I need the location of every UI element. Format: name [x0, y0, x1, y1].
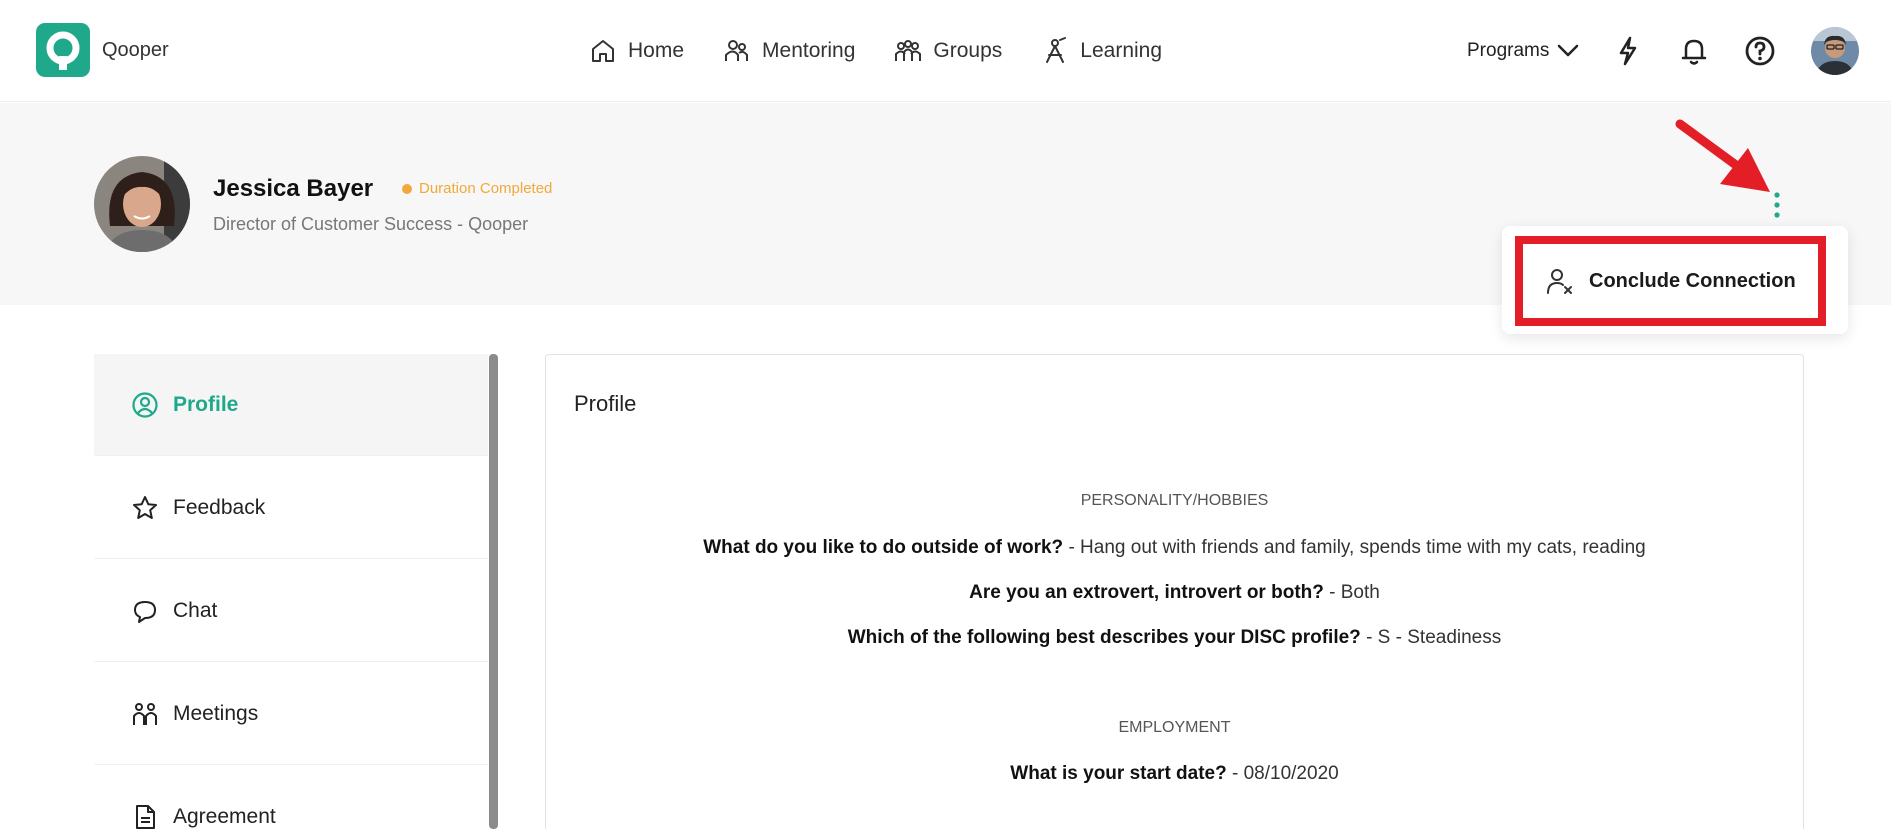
learning-icon: [1046, 37, 1067, 63]
sidebar-item-label: Chat: [173, 598, 218, 622]
nav-mentoring-label: Mentoring: [762, 39, 856, 62]
qa-question: What do you like to do outside of work?: [703, 537, 1064, 558]
status-badge: Duration Completed: [402, 180, 552, 197]
personality-section: PERSONALITY/HOBBIES: [545, 492, 1804, 510]
star-icon: [133, 495, 157, 519]
chevron-down-icon: [1558, 44, 1579, 57]
profile-icon: [132, 391, 158, 418]
status-label: Duration Completed: [419, 180, 553, 197]
nav-learning-label: Learning: [1080, 39, 1163, 62]
nav-mentoring[interactable]: Mentoring: [722, 0, 855, 102]
mentor-avatar: [94, 156, 190, 252]
sidebar-item-feedback[interactable]: Feedback: [94, 457, 488, 559]
nav-groups-label: Groups: [933, 39, 1003, 62]
qa-answer: - S - Steadiness: [1360, 627, 1502, 648]
sidebar-scrollbar[interactable]: [489, 354, 498, 829]
conclude-connection-label: Conclude Connection: [1589, 269, 1796, 292]
sidebar-item-profile[interactable]: Profile: [94, 354, 488, 456]
lightning-icon[interactable]: [1610, 33, 1646, 69]
nav-learning[interactable]: Learning: [1040, 0, 1162, 102]
bell-icon[interactable]: [1676, 33, 1712, 69]
nav-groups[interactable]: Groups: [893, 0, 1002, 102]
connection-sidebar: Profile Feedback Chat Meetings Agreement: [94, 354, 488, 829]
brand-name: Qooper: [102, 39, 169, 61]
qa-row: Which of the following best describes yo…: [545, 627, 1804, 649]
qa-row: Are you an extrovert, introvert or both?…: [545, 582, 1804, 604]
mentoring-icon: [725, 40, 749, 61]
sidebar-item-meetings[interactable]: Meetings: [94, 663, 488, 765]
mentor-name: Jessica Bayer: [213, 175, 374, 202]
sidebar-item-chat[interactable]: Chat: [94, 560, 488, 662]
sidebar-item-label: Profile: [173, 392, 239, 416]
qa-row: What do you like to do outside of work? …: [545, 537, 1804, 559]
document-icon: [136, 804, 155, 829]
home-icon: [592, 40, 614, 62]
user-remove-icon: [1547, 269, 1572, 294]
qa-answer: - 08/10/2020: [1226, 763, 1339, 784]
profile-card-title: Profile: [574, 391, 637, 416]
programs-dropdown[interactable]: Programs: [1467, 0, 1579, 102]
qa-row: What is your start date? - 08/10/2020: [545, 763, 1804, 785]
nav-home[interactable]: Home: [588, 0, 684, 102]
employment-section: EMPLOYMENT: [545, 719, 1804, 737]
sidebar-item-label: Meetings: [173, 701, 259, 725]
qooper-logo[interactable]: [36, 23, 90, 77]
red-arrow-annotation: [1675, 119, 1770, 192]
qa-question: What is your start date?: [1010, 763, 1227, 784]
qa-question: Are you an extrovert, introvert or both?: [969, 582, 1324, 603]
sidebar-item-label: Agreement: [173, 804, 276, 828]
nav-home-label: Home: [628, 39, 685, 62]
logo-q-icon: [46, 31, 80, 70]
chat-icon: [134, 600, 156, 623]
top-navbar: Qooper Home Mentoring Groups Learning Pr…: [0, 0, 1891, 102]
mentor-title: Director of Customer Success - Qooper: [213, 214, 529, 234]
qa-answer: - Both: [1323, 582, 1380, 603]
mentor-photo: [94, 156, 190, 252]
qa-question: Which of the following best describes yo…: [847, 627, 1361, 648]
meetings-icon: [133, 702, 157, 725]
user-avatar[interactable]: [1811, 27, 1859, 75]
sidebar-item-agreement[interactable]: Agreement: [94, 766, 488, 829]
sidebar-item-label: Feedback: [173, 495, 266, 519]
status-dot: [402, 183, 412, 194]
qa-answer: - Hang out with friends and family, spen…: [1063, 537, 1646, 558]
main-nav: Home Mentoring Groups Learning: [588, 0, 1200, 102]
programs-label: Programs: [1467, 40, 1550, 61]
section-heading: EMPLOYMENT: [1118, 719, 1231, 736]
groups-icon: [895, 40, 922, 61]
more-options-icon[interactable]: [1769, 190, 1785, 220]
section-heading: PERSONALITY/HOBBIES: [1080, 492, 1269, 509]
help-icon[interactable]: [1742, 33, 1778, 69]
user-avatar-image: [1811, 27, 1859, 75]
conclude-connection-button[interactable]: Conclude Connection: [1515, 236, 1826, 326]
